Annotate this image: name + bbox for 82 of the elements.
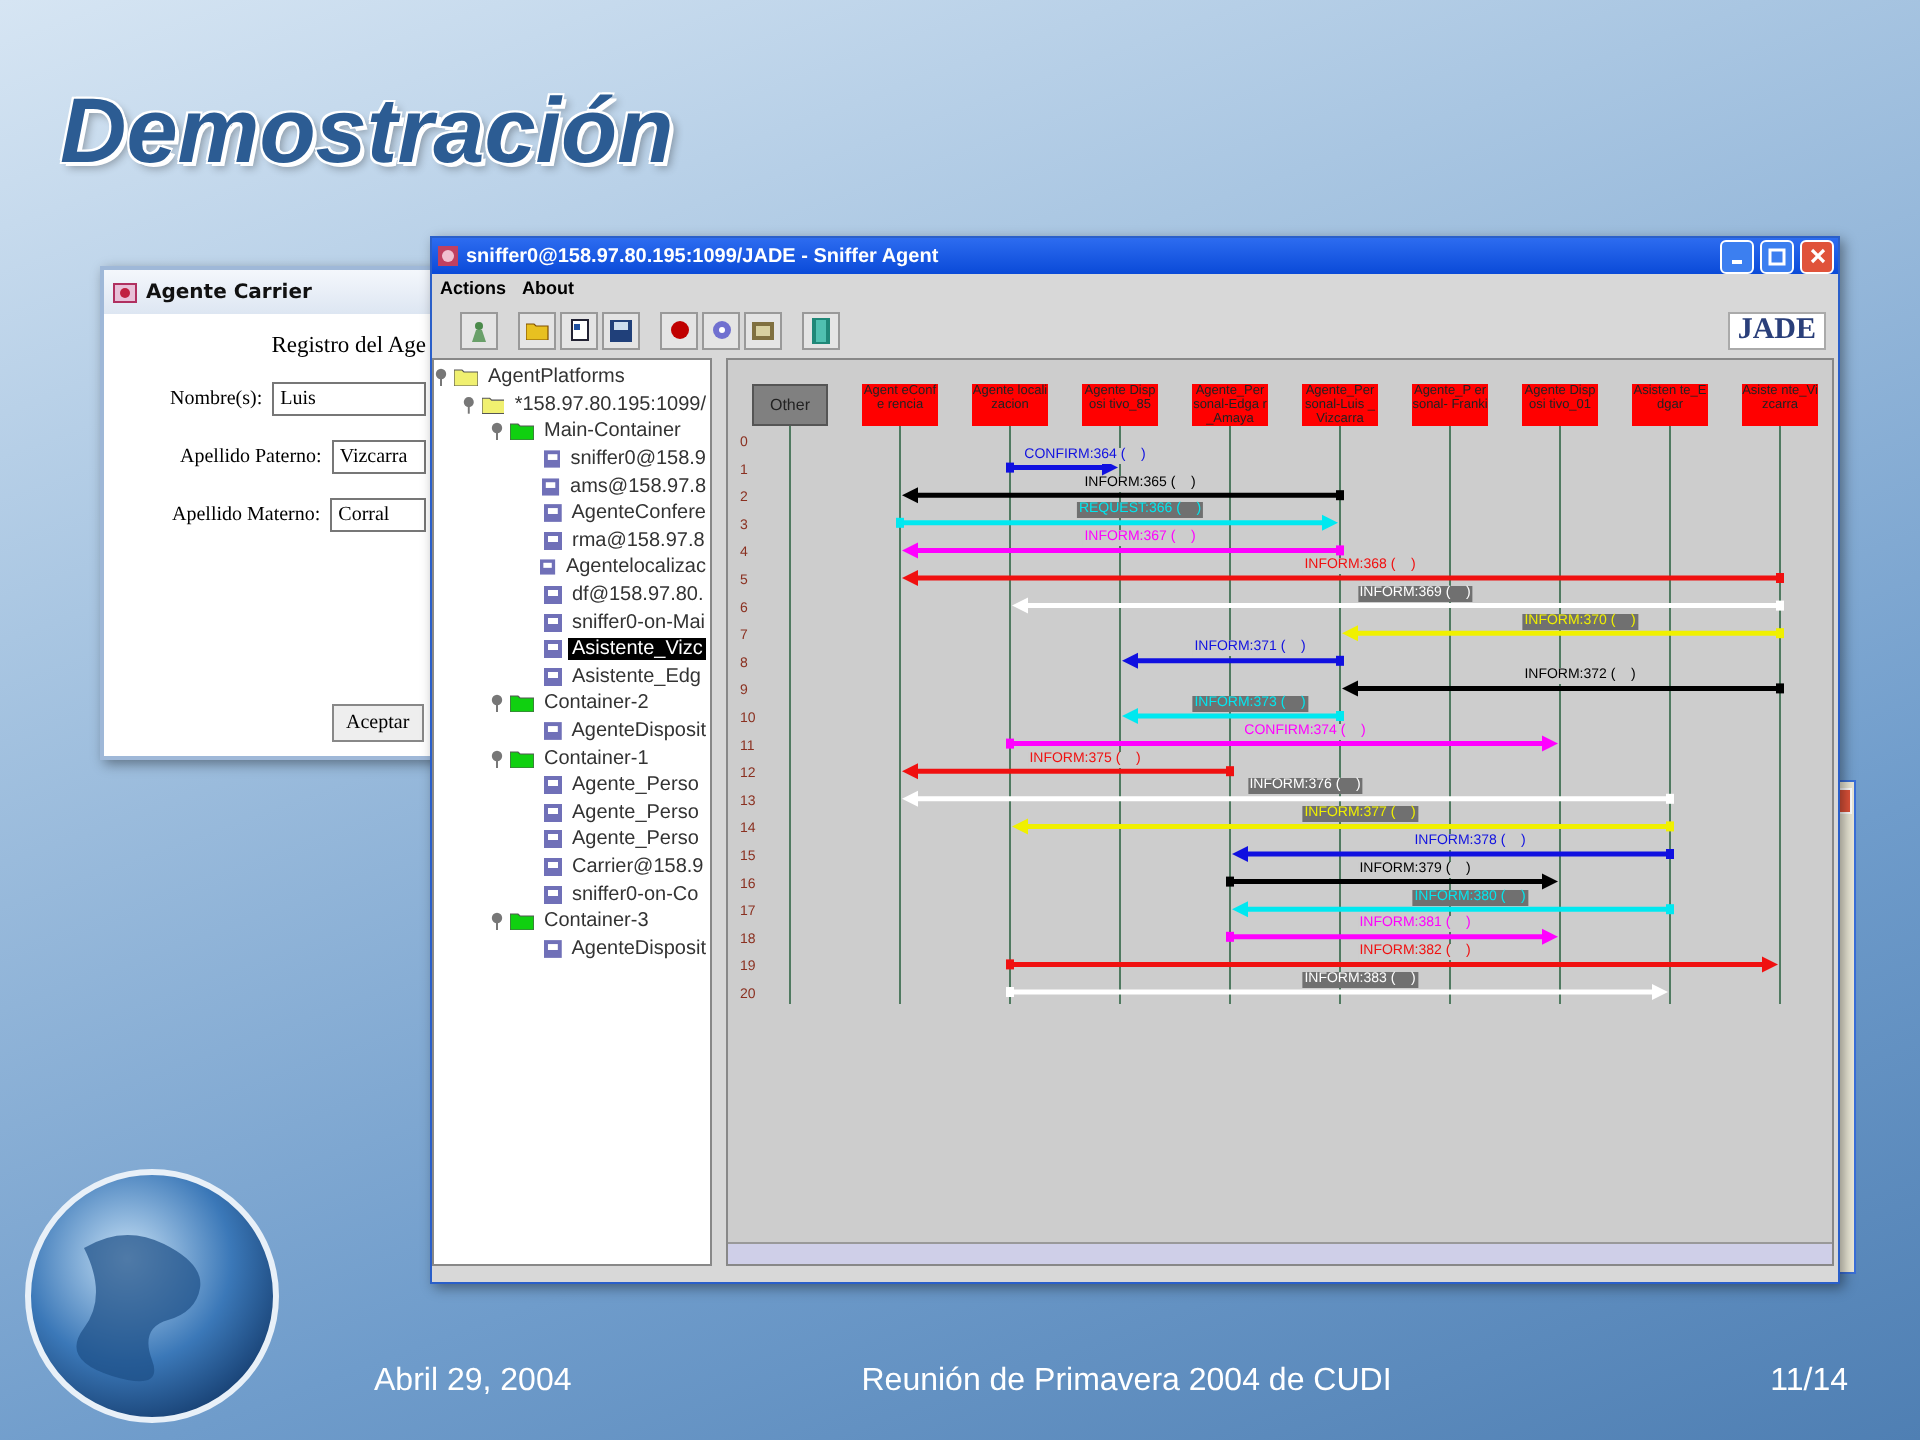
agent-icon (543, 504, 562, 523)
folder-icon (454, 368, 478, 387)
jade-logo: JADE (1727, 311, 1826, 349)
tree-item[interactable]: Agente_Perso (568, 774, 703, 797)
footer-date: Abril 29, 2004 (374, 1364, 572, 1400)
scroll-bar[interactable] (728, 1242, 1832, 1264)
panel-icon[interactable] (744, 311, 782, 349)
agent-icon (544, 586, 562, 605)
tree-item[interactable]: Container-2 (540, 692, 653, 715)
toggle-icon[interactable] (490, 749, 504, 768)
app-icon (112, 279, 138, 305)
agent-icon (544, 885, 562, 904)
tree-item[interactable]: Carrier@158.9 (568, 855, 708, 878)
close-icon (1809, 248, 1825, 264)
input-field[interactable]: Vizcarra (331, 440, 426, 474)
tree-item[interactable]: Container-1 (540, 747, 653, 770)
agent-icon (540, 558, 556, 577)
agent-icon (542, 477, 561, 496)
menu-item[interactable]: Actions (440, 278, 507, 298)
tree-item[interactable]: Agente_Perso (568, 828, 703, 851)
maximize-icon (1768, 247, 1786, 265)
agent-box[interactable]: Other (752, 384, 828, 426)
input-field[interactable]: Corral (330, 498, 426, 532)
agent-icon (544, 613, 562, 632)
agent-icon (543, 722, 562, 741)
minimize-button[interactable] (1720, 239, 1754, 273)
document-icon[interactable] (560, 311, 598, 349)
record-icon[interactable] (660, 311, 698, 349)
window-title: sniffer0@158.97.80.195:1099/JADE - Sniffer Agent (466, 245, 941, 267)
tree-item[interactable]: AgenteDisposit (567, 720, 710, 743)
agent-icon (544, 640, 562, 659)
agent-icon (544, 776, 562, 795)
folder-icon (481, 395, 505, 414)
agent-icon[interactable] (460, 311, 498, 349)
form-heading: Registro del Age (271, 334, 426, 358)
tree-item[interactable]: Main-Container (540, 420, 685, 443)
toggle-icon[interactable] (490, 912, 504, 931)
agent-icon (543, 450, 561, 469)
tree-item[interactable]: ams@158.97.8 (566, 475, 710, 498)
toggle-icon[interactable] (462, 395, 476, 414)
door-icon[interactable] (802, 311, 840, 349)
tree-item[interactable]: AgenteConfere (567, 502, 710, 525)
field-label: Nombre(s): (170, 388, 263, 410)
tree-item[interactable]: Agentelocalizac (561, 556, 710, 579)
save-icon[interactable] (602, 311, 640, 349)
app-icon (436, 244, 460, 268)
tree-item[interactable]: AgentPlatforms (484, 366, 629, 389)
toggle-icon[interactable] (490, 422, 504, 441)
footer-event: Reunión de Primavera 2004 de CUDI (861, 1364, 1392, 1400)
tree-item[interactable]: sniffer0-on-Co (568, 883, 703, 906)
tree-item[interactable]: rma@158.97.8 (568, 529, 709, 552)
folder-icon (510, 912, 534, 931)
folder-icon (510, 749, 534, 768)
agent-icon (543, 939, 562, 958)
slide-title: Demostración (60, 76, 674, 184)
tree-item[interactable]: *158.97.80.195:1099/ (510, 393, 710, 416)
close-button[interactable] (1800, 239, 1834, 273)
field-label: Apellido Materno: (172, 504, 321, 526)
agent-icon (544, 531, 562, 550)
agent-icon (544, 857, 562, 876)
page-number: 11/14 (1770, 1364, 1848, 1400)
field-label: Apellido Paterno: (180, 446, 322, 468)
tree-item[interactable]: AgenteDisposit (567, 937, 710, 960)
folder-icon (510, 694, 534, 713)
tree-item[interactable]: Agente_Perso (568, 801, 703, 824)
tree-item[interactable]: sniffer0-on-Mai (568, 611, 710, 634)
agent-icon (544, 803, 562, 822)
input-field[interactable]: Luis (272, 382, 426, 416)
folder-icon (510, 422, 534, 441)
window-title: Agente Carrier (146, 281, 312, 303)
tree-item[interactable]: df@158.97.80. (568, 584, 708, 607)
toggle-icon[interactable] (434, 368, 448, 387)
accept-button[interactable]: Aceptar (332, 704, 424, 742)
menu-item[interactable]: About (522, 278, 575, 298)
maximize-button[interactable] (1760, 239, 1794, 273)
tree-item[interactable]: Asistente_Edg (568, 665, 705, 688)
agent-icon (544, 667, 562, 686)
tree-item[interactable]: Container-3 (540, 910, 653, 933)
tree-item[interactable]: sniffer0@158.9 (566, 448, 710, 471)
tree-item[interactable]: Asistente_Vizc (568, 638, 707, 661)
toggle-icon[interactable] (490, 694, 504, 713)
agent-icon (544, 830, 562, 849)
